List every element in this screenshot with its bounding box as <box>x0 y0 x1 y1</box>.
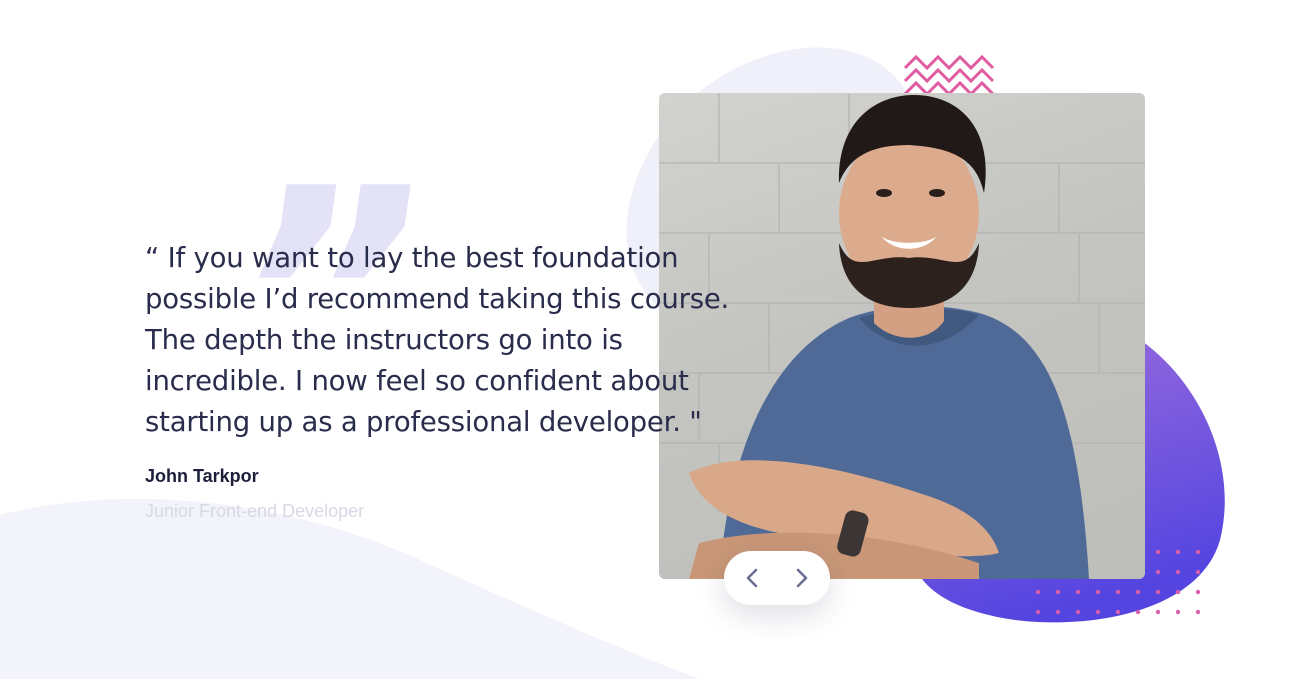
author-role: Junior Front-end Developer <box>145 501 365 521</box>
dots-decoration <box>1035 549 1201 615</box>
testimonial-quote: “ If you want to lay the best foundation… <box>145 242 730 438</box>
chevron-left-icon <box>746 568 758 588</box>
prev-button[interactable] <box>740 566 764 590</box>
chevron-right-icon <box>796 568 808 588</box>
author-name: John Tarkpor <box>145 466 259 486</box>
carousel-nav <box>724 551 830 605</box>
zigzag-decoration <box>904 54 995 94</box>
next-button[interactable] <box>790 566 814 590</box>
